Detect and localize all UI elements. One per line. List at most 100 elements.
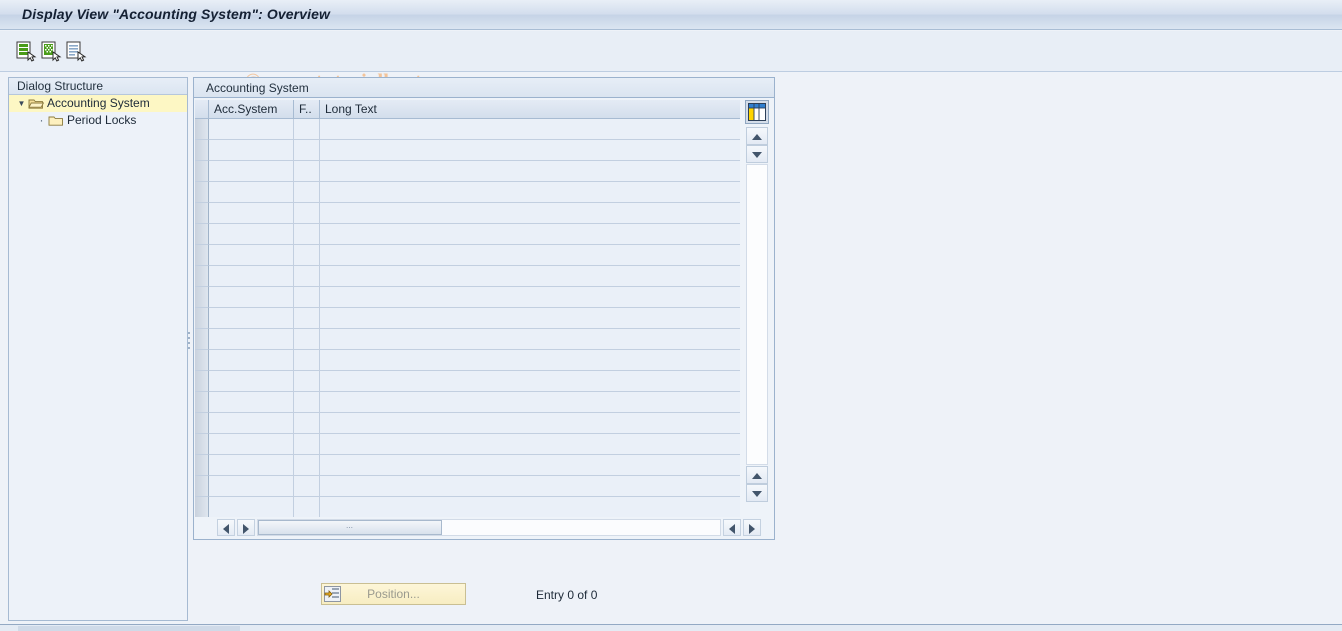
column-header-acc-system[interactable]: Acc.System: [209, 100, 294, 119]
table-cell-c1[interactable]: [209, 245, 294, 266]
table-cell-c2[interactable]: [294, 140, 320, 161]
scroll-up-button[interactable]: [746, 127, 768, 145]
row-select-cell[interactable]: [195, 203, 209, 224]
horizontal-scrollbar-thumb[interactable]: ⋯: [258, 520, 442, 535]
table-cell-c3[interactable]: [320, 224, 740, 245]
table-row[interactable]: [195, 350, 740, 371]
table-row[interactable]: [195, 455, 740, 476]
table-cell-c3[interactable]: [320, 455, 740, 476]
row-select-cell[interactable]: [195, 350, 209, 371]
horizontal-scrollbar-track[interactable]: ⋯: [257, 519, 721, 536]
table-cell-c2[interactable]: [294, 413, 320, 434]
table-cell-c1[interactable]: [209, 350, 294, 371]
row-select-cell[interactable]: [195, 476, 209, 497]
table-cell-c1[interactable]: [209, 203, 294, 224]
row-select-cell[interactable]: [195, 182, 209, 203]
table-cell-c3[interactable]: [320, 350, 740, 371]
table-cell-c1[interactable]: [209, 371, 294, 392]
table-cell-c2[interactable]: [294, 203, 320, 224]
table-row[interactable]: [195, 245, 740, 266]
sidebar-item-period-locks[interactable]: · Period Locks: [9, 112, 187, 129]
column-header-select-all[interactable]: [195, 100, 209, 119]
row-select-cell[interactable]: [195, 371, 209, 392]
table-cell-c3[interactable]: [320, 203, 740, 224]
row-select-cell[interactable]: [195, 224, 209, 245]
position-button[interactable]: Position...: [321, 583, 466, 605]
row-select-cell[interactable]: [195, 434, 209, 455]
row-select-cell[interactable]: [195, 413, 209, 434]
table-cell-c3[interactable]: [320, 182, 740, 203]
table-row[interactable]: [195, 182, 740, 203]
scroll-left-button-end[interactable]: [723, 519, 741, 536]
table-row[interactable]: [195, 203, 740, 224]
table-cell-c2[interactable]: [294, 224, 320, 245]
table-cell-c1[interactable]: [209, 329, 294, 350]
table-row[interactable]: [195, 497, 740, 517]
table-cell-c2[interactable]: [294, 161, 320, 182]
sidebar-item-accounting-system[interactable]: ▼ Accounting System: [9, 95, 187, 112]
table-settings-icon[interactable]: [745, 100, 769, 124]
table-cell-c1[interactable]: [209, 392, 294, 413]
scroll-right-button-end[interactable]: [743, 519, 761, 536]
table-cell-c1[interactable]: [209, 308, 294, 329]
table-cell-c2[interactable]: [294, 245, 320, 266]
table-cell-c1[interactable]: [209, 266, 294, 287]
row-select-cell[interactable]: [195, 455, 209, 476]
table-row[interactable]: [195, 161, 740, 182]
table-cell-c3[interactable]: [320, 161, 740, 182]
table-cell-c2[interactable]: [294, 329, 320, 350]
table-cell-c1[interactable]: [209, 287, 294, 308]
table-cell-c1[interactable]: [209, 182, 294, 203]
table-row[interactable]: [195, 140, 740, 161]
table-row[interactable]: [195, 434, 740, 455]
scroll-page-down-button[interactable]: [746, 484, 768, 502]
table-cell-c1[interactable]: [209, 140, 294, 161]
table-cell-c1[interactable]: [209, 497, 294, 517]
table-cell-c3[interactable]: [320, 413, 740, 434]
table-cell-c1[interactable]: [209, 413, 294, 434]
row-select-cell[interactable]: [195, 245, 209, 266]
table-cell-c3[interactable]: [320, 392, 740, 413]
chevron-down-icon[interactable]: ▼: [15, 95, 28, 112]
table-cell-c1[interactable]: [209, 161, 294, 182]
table-row[interactable]: [195, 476, 740, 497]
scroll-right-button-inner[interactable]: [237, 519, 255, 536]
row-select-cell[interactable]: [195, 308, 209, 329]
table-row[interactable]: [195, 119, 740, 140]
table-cell-c1[interactable]: [209, 434, 294, 455]
details-icon[interactable]: [65, 40, 87, 62]
table-row[interactable]: [195, 224, 740, 245]
row-select-cell[interactable]: [195, 329, 209, 350]
table-cell-c1[interactable]: [209, 455, 294, 476]
table-cell-c1[interactable]: [209, 476, 294, 497]
row-select-cell[interactable]: [195, 266, 209, 287]
copy-as-icon[interactable]: [40, 40, 62, 62]
table-cell-c2[interactable]: [294, 434, 320, 455]
table-cell-c3[interactable]: [320, 371, 740, 392]
table-row[interactable]: [195, 308, 740, 329]
row-select-cell[interactable]: [195, 140, 209, 161]
table-row[interactable]: [195, 329, 740, 350]
table-row[interactable]: [195, 413, 740, 434]
table-cell-c2[interactable]: [294, 455, 320, 476]
table-cell-c3[interactable]: [320, 266, 740, 287]
table-cell-c3[interactable]: [320, 287, 740, 308]
table-cell-c2[interactable]: [294, 371, 320, 392]
scroll-page-up-button[interactable]: [746, 466, 768, 484]
table-cell-c3[interactable]: [320, 476, 740, 497]
table-row[interactable]: [195, 392, 740, 413]
table-row[interactable]: [195, 287, 740, 308]
column-header-long-text[interactable]: Long Text: [320, 100, 740, 119]
new-entries-icon[interactable]: [15, 40, 37, 62]
table-cell-c3[interactable]: [320, 497, 740, 517]
table-cell-c2[interactable]: [294, 266, 320, 287]
column-header-f[interactable]: F..: [294, 100, 320, 119]
table-cell-c2[interactable]: [294, 497, 320, 517]
table-row[interactable]: [195, 371, 740, 392]
table-cell-c2[interactable]: [294, 119, 320, 140]
row-select-cell[interactable]: [195, 161, 209, 182]
row-select-cell[interactable]: [195, 497, 209, 517]
row-select-cell[interactable]: [195, 287, 209, 308]
row-select-cell[interactable]: [195, 119, 209, 140]
panel-splitter-handle[interactable]: [186, 332, 191, 354]
